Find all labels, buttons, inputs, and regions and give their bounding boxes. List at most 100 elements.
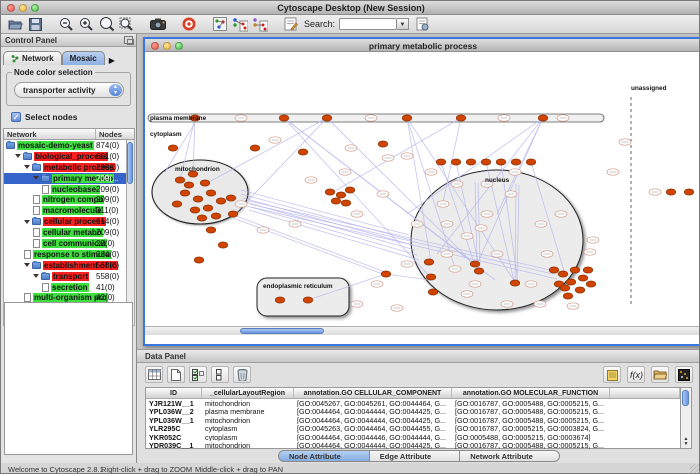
network-edge[interactable] (243, 198, 413, 245)
tab-mosaic[interactable]: Mosaic (62, 51, 105, 65)
function-builder-icon[interactable]: f(x) (627, 366, 645, 383)
network-node-selected[interactable] (194, 257, 204, 263)
select-attributes-icon[interactable] (189, 366, 207, 383)
tree-item-cellular-process[interactable]: cellular process614(0) (4, 216, 126, 227)
table-row[interactable]: YKR052Ccytoplasm[GO:0044464, GO:0044446,… (146, 433, 680, 441)
unselect-attributes-icon[interactable] (211, 366, 229, 383)
tree-expand-icon[interactable] (24, 220, 30, 224)
network-node-selected[interactable] (549, 267, 559, 273)
select-nodes-checkbox[interactable]: ✓ (11, 112, 21, 122)
network-node-selected[interactable] (168, 145, 178, 151)
network-node-selected[interactable] (193, 196, 203, 202)
resize-grip[interactable] (690, 464, 700, 474)
network-node-selected[interactable] (436, 159, 446, 165)
tree-item-metabolic-process[interactable]: metabolic process280(0) (4, 162, 126, 173)
network-edge[interactable] (237, 118, 327, 212)
tree-scrollbar-thumb[interactable] (127, 142, 133, 184)
network-node-selected[interactable] (586, 281, 596, 287)
network-edge[interactable] (233, 218, 388, 276)
network-node-selected[interactable] (426, 274, 436, 280)
network-node-selected[interactable] (331, 198, 341, 204)
network-node-selected[interactable] (684, 189, 694, 195)
network-node-selected[interactable] (206, 190, 216, 196)
search-options-icon[interactable] (414, 16, 431, 32)
notepad-icon[interactable] (603, 366, 621, 383)
open-folder-icon[interactable] (7, 16, 24, 32)
tree-item-macromolecule[interactable]: macromolecule311(0) (4, 205, 126, 216)
table-scroll-arrows[interactable]: ▲▼ (682, 437, 690, 447)
tree-item-nucleobase-[interactable]: nucleobase-209(0) (4, 184, 126, 195)
network-node-selected[interactable] (538, 115, 548, 121)
help-lifesaver-icon[interactable] (180, 16, 197, 32)
network-edge[interactable] (245, 202, 415, 250)
network-node-selected[interactable] (378, 141, 388, 147)
network-node-selected[interactable] (298, 149, 308, 155)
layout-nodes-icon[interactable] (231, 16, 248, 32)
import-attributes-icon[interactable] (651, 366, 669, 383)
network-node-selected[interactable] (511, 159, 521, 165)
tree-expand-icon[interactable] (24, 165, 30, 169)
network-node-selected[interactable] (226, 195, 236, 201)
network-node-selected[interactable] (570, 267, 580, 273)
network-node-selected[interactable] (228, 211, 238, 217)
zoom-fit-icon[interactable] (98, 16, 115, 32)
network-node-selected[interactable] (566, 279, 576, 285)
network-node-selected[interactable] (180, 190, 190, 196)
network-node-selected[interactable] (184, 182, 194, 188)
network-node-selected[interactable] (563, 293, 573, 299)
network-node-selected[interactable] (303, 297, 313, 303)
network-node-selected[interactable] (560, 285, 570, 291)
tree-item-secretion[interactable]: secretion41(0) (4, 282, 126, 293)
compartment-nucleus[interactable] (411, 170, 583, 310)
annotation-icon[interactable] (282, 16, 299, 32)
snapshot-camera-icon[interactable] (149, 16, 166, 32)
column-nodes[interactable]: Nodes (96, 129, 134, 139)
network-graph[interactable]: plasma membranecytoplasmmitochondrionnuc… (145, 52, 700, 326)
column-header[interactable]: _cellularLayoutRegion (202, 388, 294, 398)
new-attribute-icon[interactable] (167, 366, 185, 383)
layout-edges-icon[interactable] (251, 16, 268, 32)
zoom-in-icon[interactable] (78, 16, 95, 32)
network-node-selected[interactable] (470, 261, 480, 267)
table-row[interactable]: YPL036W__2plasma membrane[GO:0044464, GO… (146, 407, 680, 415)
zoom-selected-icon[interactable] (118, 16, 135, 32)
network-canvas[interactable]: plasma membranecytoplasmmitochondrionnuc… (145, 52, 700, 335)
network-node-selected[interactable] (578, 275, 588, 281)
network-node-selected[interactable] (402, 115, 412, 121)
tree-expand-icon[interactable] (15, 154, 21, 158)
network-node-selected[interactable] (428, 289, 438, 295)
network-edge[interactable] (241, 194, 411, 240)
table-scrollbar[interactable]: ▲▼ (681, 387, 692, 449)
attribute-table-icon[interactable] (145, 366, 163, 383)
tree-item-response-to-stimulu[interactable]: response to stimulu264(0) (4, 249, 126, 260)
column-header[interactable]: annotation.GO MOLECULAR_FUNCTION (452, 388, 610, 398)
tree-item-nitrogen-compo[interactable]: nitrogen compo209(0) (4, 194, 126, 205)
network-edge[interactable] (333, 118, 461, 192)
table-row[interactable]: YDR039C__1mitochondrion[GO:0044464, GO:0… (146, 441, 680, 449)
network-node-selected[interactable] (474, 268, 484, 274)
network-node-selected[interactable] (424, 259, 434, 265)
network-edge[interactable] (284, 118, 431, 278)
tree-item-cellular-metabo[interactable]: cellular metabo209(0) (4, 227, 126, 238)
network-overview-icon[interactable] (211, 16, 228, 32)
birds-eye-view[interactable] (4, 302, 133, 455)
tree-expand-icon[interactable] (24, 263, 30, 267)
search-dropdown-arrow-icon[interactable]: ▼ (397, 18, 409, 30)
tree-expand-icon[interactable] (33, 176, 39, 180)
table-scrollbar-thumb[interactable] (682, 390, 689, 406)
table-row[interactable]: YJR121W__1mitochondrion[GO:0045267, GO:0… (146, 399, 680, 407)
tree-expand-icon[interactable] (33, 274, 39, 278)
float-panel-icon[interactable] (124, 36, 133, 44)
network-node-selected[interactable] (575, 287, 585, 293)
column-header[interactable] (610, 388, 680, 398)
network-node-selected[interactable] (172, 201, 182, 207)
network-node-selected[interactable] (451, 159, 461, 165)
tab-network-attribute-browser[interactable]: Network Attribute Browser (460, 450, 560, 462)
save-icon[interactable] (27, 16, 44, 32)
tab-edge-attribute-browser[interactable]: Edge Attribute Browser (370, 450, 460, 462)
table-row[interactable]: YLR295Ccytoplasm[GO:0045263, GO:0044464,… (146, 424, 680, 432)
tree-item-mosaic-demo-yeast[interactable]: mosaic-demo-yeast874(0) (4, 140, 126, 151)
network-node-selected[interactable] (345, 187, 355, 193)
network-node-selected[interactable] (218, 242, 228, 248)
network-node-selected[interactable] (526, 159, 536, 165)
